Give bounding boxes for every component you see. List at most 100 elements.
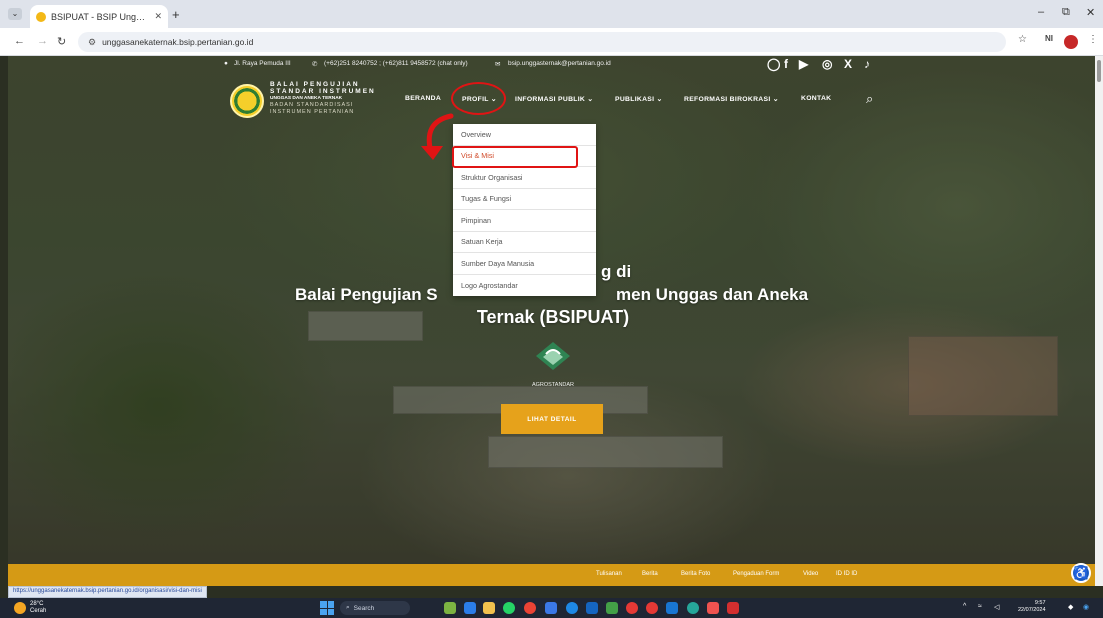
footer-link-1[interactable]: Tulisanan xyxy=(596,571,622,577)
windows-start-icon[interactable] xyxy=(320,601,334,615)
scrollbar-thumb[interactable] xyxy=(1097,60,1101,82)
footer-bar: Tulisanan Berita Berita Foto Pengaduan F… xyxy=(8,564,1095,586)
weather-description: Cerah xyxy=(30,608,47,614)
restore-button[interactable]: ⧉ xyxy=(1062,6,1070,19)
bookmark-star-icon[interactable]: ☆ xyxy=(1018,34,1027,45)
footer-link-4[interactable]: Pengaduan Form xyxy=(733,571,779,577)
forward-icon[interactable]: → xyxy=(37,35,48,47)
website-page: ● Jl. Raya Pemuda III ✆ (+62)251 8240752… xyxy=(8,56,1095,586)
dropdown-item-logo-agrostandar[interactable]: Logo Agrostandar xyxy=(453,275,596,297)
footer-link-5[interactable]: Video xyxy=(803,571,818,577)
windows-taskbar: 28°C Cerah ⌕ Search ^ ≈ ◁ 9:57 22/07/202… xyxy=(0,598,1103,618)
minimize-button[interactable]: – xyxy=(1038,6,1044,18)
status-url-preview: https://unggasanekaternak.bsip.pertanian… xyxy=(8,586,207,598)
whatsapp-icon[interactable]: ◯ xyxy=(767,57,780,71)
taskbar-app-icon[interactable] xyxy=(545,602,557,614)
browser-toolbar: ← → ↻ ⚙ unggasanekaternak.bsip.pertanian… xyxy=(0,28,1103,56)
taskbar-app-icon[interactable] xyxy=(646,602,658,614)
lihat-detail-button[interactable]: LIHAT DETAIL xyxy=(501,404,603,434)
nav-informasi-publik[interactable]: INFORMASI PUBLIK ⌄ xyxy=(515,95,593,103)
contact-info-bar: ● Jl. Raya Pemuda III ✆ (+62)251 8240752… xyxy=(8,56,1095,72)
accessibility-icon[interactable]: ♿ xyxy=(1071,563,1091,583)
tray-expand-icon[interactable]: ^ xyxy=(963,603,966,610)
email-text[interactable]: bsip.unggasternak@pertanian.go.id xyxy=(508,60,611,67)
copilot-icon[interactable]: ◉ xyxy=(1083,603,1089,611)
tiktok-icon[interactable]: ♪ xyxy=(864,57,870,71)
site-logo-text[interactable]: BALAI PENGUJIAN STANDAR INSTRUMEN UNGGAS… xyxy=(270,81,380,116)
taskbar-app-icon[interactable] xyxy=(707,602,719,614)
phone-icon: ✆ xyxy=(312,61,318,68)
bsip-logo-icon[interactable] xyxy=(230,84,264,118)
logo-line-3: UNGGAS DAN ANEKA TERNAK xyxy=(270,96,343,101)
footer-link-6[interactable]: ID ID ID xyxy=(836,571,857,577)
site-info-icon[interactable]: ⚙ xyxy=(88,37,96,48)
tab-search-button[interactable]: ⌄ xyxy=(8,8,22,20)
taskbar-app-icon[interactable] xyxy=(626,602,638,614)
logo-line-4: BADAN STANDARDISASI xyxy=(270,102,354,108)
footer-link-2[interactable]: Berita xyxy=(642,571,658,577)
browser-tab-bar: ⌄ BSIPUAT - BSIP Unggas dan A ✕ + – ⧉ ✕ xyxy=(0,0,1103,28)
dropdown-item-struktur-organisasi[interactable]: Struktur Organisasi xyxy=(453,167,596,189)
youtube-icon[interactable]: ▶ xyxy=(799,57,808,71)
tab-close-icon[interactable]: ✕ xyxy=(154,11,162,22)
notification-icon[interactable]: ◆ xyxy=(1068,603,1073,611)
taskbar-app-icon[interactable] xyxy=(464,602,476,614)
profile-avatar-icon[interactable] xyxy=(1064,35,1078,49)
logo-line-2: STANDAR INSTRUMEN xyxy=(270,88,376,95)
nav-publikasi[interactable]: PUBLIKASI ⌄ xyxy=(615,95,663,103)
pdf-app-icon[interactable] xyxy=(727,602,739,614)
new-tab-button[interactable]: + xyxy=(172,7,180,22)
taskbar-app-icon[interactable] xyxy=(586,602,598,614)
hero-title-line-2: Ternak (BSIPUAT) xyxy=(476,307,630,327)
back-icon[interactable]: ← xyxy=(14,35,25,47)
tab-title: BSIPUAT - BSIP Unggas dan A xyxy=(51,11,150,22)
taskbar-clock[interactable]: 9:57 22/07/2024 xyxy=(1018,600,1046,614)
dropdown-item-pimpinan[interactable]: Pimpinan xyxy=(453,210,596,232)
volume-icon[interactable]: ◁ xyxy=(994,603,999,611)
footer-link-3[interactable]: Berita Foto xyxy=(681,571,710,577)
hero-title-fragment: Balai Pengujian S xyxy=(295,285,438,304)
extension-icon[interactable]: NI xyxy=(1045,34,1053,43)
dropdown-item-tugas-fungsi[interactable]: Tugas & Fungsi xyxy=(453,189,596,210)
search-icon: ⌕ xyxy=(346,604,350,611)
taskbar-app-icon[interactable] xyxy=(666,602,678,614)
curved-arrow-annotation xyxy=(421,113,454,160)
nav-kontak[interactable]: KONTAK xyxy=(801,95,831,102)
hero-logo-caption: AGROSTANDAR xyxy=(531,382,575,388)
edge-icon[interactable] xyxy=(566,602,578,614)
hero-title-line-1: men Unggas dan Aneka xyxy=(616,285,809,304)
x-icon[interactable]: X xyxy=(844,57,852,71)
url-text: unggasanekaternak.bsip.pertanian.go.id xyxy=(102,37,254,47)
taskbar-search[interactable]: ⌕ Search xyxy=(340,601,410,615)
close-window-button[interactable]: ✕ xyxy=(1086,6,1095,19)
instagram-icon[interactable]: ◎ xyxy=(822,57,832,71)
dropdown-item-overview[interactable]: Overview xyxy=(453,124,596,146)
file-explorer-icon[interactable] xyxy=(483,602,495,614)
whatsapp-app-icon[interactable] xyxy=(503,602,515,614)
email-icon: ✉ xyxy=(495,61,501,68)
location-pin-icon: ● xyxy=(224,60,228,67)
address-bar[interactable]: ⚙ unggasanekaternak.bsip.pertanian.go.id xyxy=(78,32,1006,52)
browser-menu-icon[interactable]: ⋮ xyxy=(1088,34,1098,45)
page-scrollbar[interactable] xyxy=(1095,56,1103,586)
wifi-icon[interactable]: ≈ xyxy=(978,603,982,610)
phone-text: (+62)251 8240752 ; (+62)811 9458572 (cha… xyxy=(324,60,468,67)
taskbar-app-icon[interactable] xyxy=(606,602,618,614)
dropdown-item-sumber-daya-manusia[interactable]: Sumber Daya Manusia xyxy=(453,253,596,275)
site-favicon-icon xyxy=(36,11,46,22)
facebook-icon[interactable]: f xyxy=(784,57,788,71)
nav-reformasi-birokrasi[interactable]: REFORMASI BIROKRASI ⌄ xyxy=(684,95,779,103)
taskbar-search-placeholder: Search xyxy=(353,604,375,612)
taskbar-app-icon[interactable] xyxy=(687,602,699,614)
agrostandar-logo-icon xyxy=(536,342,570,370)
browser-tab[interactable]: BSIPUAT - BSIP Unggas dan A ✕ xyxy=(30,5,168,28)
address-text: Jl. Raya Pemuda III xyxy=(234,60,291,67)
taskbar-app-icon[interactable] xyxy=(444,602,456,614)
search-icon[interactable]: ⌕ xyxy=(866,91,873,107)
dropdown-item-satuan-kerja[interactable]: Satuan Kerja xyxy=(453,232,596,253)
chrome-icon[interactable] xyxy=(524,602,536,614)
sun-icon xyxy=(14,602,26,614)
reload-icon[interactable]: ↻ xyxy=(57,35,66,48)
nav-beranda[interactable]: BERANDA xyxy=(405,95,441,102)
weather-widget[interactable]: 28°C Cerah xyxy=(14,601,46,615)
